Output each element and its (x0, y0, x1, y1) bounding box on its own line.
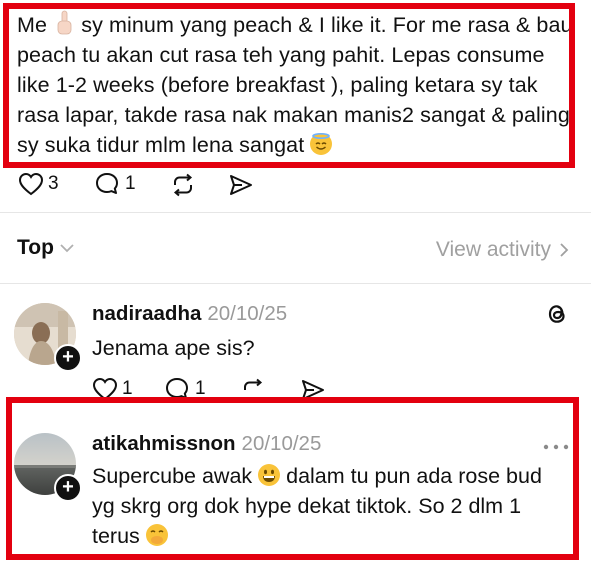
like-count: 3 (48, 173, 59, 194)
follow-plus-icon[interactable]: + (54, 344, 82, 372)
comment-header: nadiraadha 20/10/25 (92, 302, 287, 326)
post-text: Me sy minum yang peach & I like it. For … (17, 10, 577, 160)
sort-label: Top (17, 236, 54, 259)
comment-date: 20/10/25 (241, 432, 322, 455)
section-divider (0, 212, 591, 213)
view-activity-label: View activity (435, 238, 551, 261)
heart-icon (18, 172, 44, 196)
share-button[interactable] (228, 173, 254, 197)
sort-dropdown[interactable]: Top (17, 236, 74, 260)
post-text-part: sy minum yang peach & I like it. For me … (17, 13, 573, 157)
chevron-right-icon (560, 243, 569, 257)
comment-date: 20/10/25 (207, 302, 288, 325)
section-divider (0, 283, 591, 284)
comment-username[interactable]: nadiraadha (92, 302, 201, 325)
comment-header: atikahmissnon 20/10/25 (92, 432, 321, 456)
repost-icon (173, 173, 193, 197)
comment-username[interactable]: atikahmissnon (92, 432, 236, 455)
follow-plus-icon[interactable]: + (54, 474, 82, 502)
pointing-up-emoji (53, 10, 75, 36)
view-activity-link[interactable]: View activity (436, 238, 569, 262)
comment-text: Supercube awak dalam tu pun ada rose bud… (92, 461, 562, 551)
reply-count: 1 (125, 173, 136, 194)
comment-icon (96, 173, 118, 194)
threads-logo-icon[interactable] (546, 302, 568, 331)
post-text-part: Me (17, 13, 54, 37)
like-button[interactable]: 3 (18, 172, 59, 196)
repost-button[interactable] (170, 172, 196, 198)
grinning-emoji (258, 464, 281, 486)
reply-button[interactable]: 1 (95, 172, 136, 196)
comment-text-part: Supercube awak (92, 464, 259, 488)
chevron-down-icon (60, 244, 74, 253)
comment-text: Jenama ape sis? (92, 336, 255, 360)
share-icon (230, 175, 252, 195)
hand-over-mouth-emoji (145, 524, 168, 546)
smiling-halo-emoji (310, 133, 333, 155)
more-icon[interactable] (542, 438, 570, 456)
